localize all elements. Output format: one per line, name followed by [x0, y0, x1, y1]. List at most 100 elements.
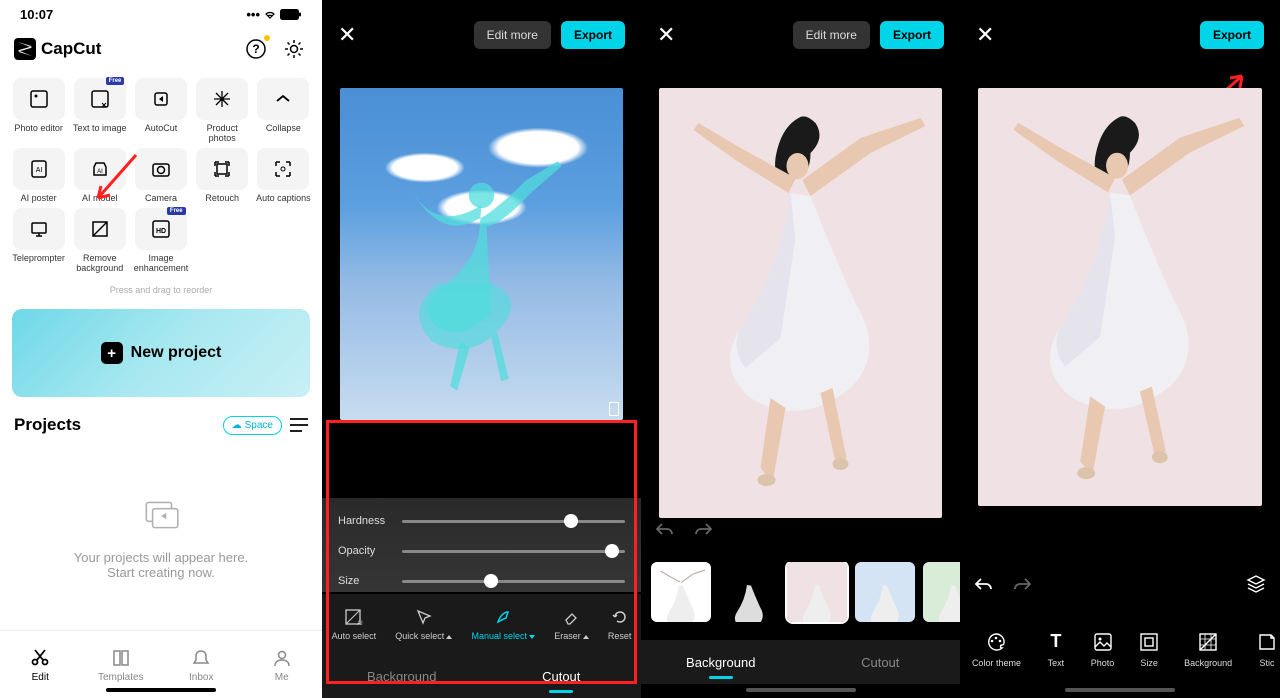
scissors-icon: [29, 647, 51, 669]
bell-icon: [190, 647, 212, 669]
redo-icon[interactable]: [693, 522, 713, 536]
nav-me[interactable]: Me: [242, 631, 323, 698]
compare-icon[interactable]: [609, 402, 619, 416]
home-indicator: [746, 688, 856, 692]
tool-retouch[interactable]: Retouch: [194, 148, 251, 204]
nav-edit[interactable]: Edit: [0, 631, 81, 698]
tool-grid: Photo editor FreeText to image AutoCut P…: [0, 70, 322, 281]
tab-cutout[interactable]: Cutout: [482, 654, 642, 698]
slider-size[interactable]: Size: [338, 566, 625, 596]
canvas-image[interactable]: [978, 88, 1262, 506]
editor-top: ✕ Edit more Export: [641, 0, 960, 70]
app-header: CapCut ?: [0, 28, 322, 70]
settings-icon[interactable]: [280, 35, 308, 63]
cutout-tool-row: AIAuto select Quick select Manual select…: [322, 594, 641, 654]
tab-background[interactable]: Background: [641, 640, 801, 684]
bg-thumb-blue[interactable]: [855, 562, 915, 622]
svg-text:AI: AI: [35, 167, 42, 174]
undo-icon[interactable]: [974, 577, 994, 591]
reorder-hint: Press and drag to reorder: [0, 281, 322, 299]
bottom-tool-row: Color theme TText Photo Size Background …: [960, 618, 1280, 680]
export-button[interactable]: Export: [880, 21, 944, 49]
tool-text-to-image[interactable]: FreeText to image: [71, 78, 128, 144]
tab-cutout[interactable]: Cutout: [801, 640, 961, 684]
home-indicator: [1065, 688, 1175, 692]
export-panel: ✕ Export Color theme TText: [960, 0, 1280, 698]
tool-text[interactable]: TText: [1045, 631, 1067, 668]
tool-ai-poster[interactable]: AIAI poster: [10, 148, 67, 204]
bg-thumb-pink[interactable]: [787, 562, 847, 622]
tool-autocut[interactable]: AutoCut: [132, 78, 189, 144]
projects-title: Projects: [14, 415, 81, 435]
svg-text:HD: HD: [156, 228, 166, 235]
status-bar: 10:07 •••: [0, 0, 322, 28]
wifi-icon: [263, 9, 277, 19]
tab-background[interactable]: Background: [322, 654, 482, 698]
bottom-tabs: Background Cutout: [641, 640, 960, 684]
menu-icon[interactable]: [290, 418, 308, 432]
tool-sticker[interactable]: Stic: [1256, 631, 1278, 668]
new-project-button[interactable]: + New project: [12, 309, 310, 397]
tool-reset[interactable]: Reset: [608, 607, 632, 641]
empty-icon: [140, 494, 182, 536]
tool-size[interactable]: Size: [1138, 631, 1160, 668]
templates-icon: [110, 647, 132, 669]
dancer-figure: [978, 88, 1262, 506]
tool-background[interactable]: Background: [1184, 631, 1232, 668]
svg-text:AI: AI: [97, 169, 103, 175]
edit-more-button[interactable]: Edit more: [474, 21, 551, 49]
cutout-panel: ✕ Edit more Export Hardness Opacity Si: [322, 0, 641, 698]
tool-auto-captions[interactable]: Auto captions: [255, 148, 312, 204]
tool-auto-select[interactable]: AIAuto select: [332, 607, 377, 641]
cloud-icon: ☁: [232, 420, 242, 431]
projects-header: Projects ☁ Space: [0, 407, 322, 443]
tool-color-theme[interactable]: Color theme: [972, 631, 1021, 668]
edit-more-button[interactable]: Edit more: [793, 21, 870, 49]
bg-thumb-black[interactable]: [719, 562, 779, 622]
tool-photo[interactable]: Photo: [1091, 631, 1115, 668]
editor-top: ✕ Edit more Export: [322, 0, 641, 70]
tool-product-photos[interactable]: Product photos: [194, 78, 251, 144]
slider-opacity[interactable]: Opacity: [338, 536, 625, 566]
tool-photo-editor[interactable]: Photo editor: [10, 78, 67, 144]
empty-line-2: Start creating now.: [74, 565, 248, 580]
space-button[interactable]: ☁ Space: [223, 416, 282, 435]
redo-icon[interactable]: [1012, 577, 1032, 591]
export-button[interactable]: Export: [561, 21, 625, 49]
logo-icon: [14, 38, 36, 60]
tool-eraser[interactable]: Eraser: [554, 607, 589, 641]
export-button[interactable]: Export: [1200, 21, 1264, 49]
empty-line-1: Your projects will appear here.: [74, 550, 248, 565]
tool-remove-background[interactable]: Remove background: [71, 208, 128, 274]
free-badge: Free: [106, 77, 125, 85]
tool-quick-select[interactable]: Quick select: [395, 607, 452, 641]
home-indicator: [106, 688, 216, 692]
notification-dot: [264, 35, 270, 41]
tool-collapse[interactable]: Collapse: [255, 78, 312, 144]
user-icon: [271, 647, 293, 669]
bottom-tabs: Background Cutout: [322, 654, 641, 698]
undo-redo-row: [960, 566, 1280, 602]
help-icon[interactable]: ?: [242, 35, 270, 63]
plus-icon: +: [101, 342, 123, 364]
slider-hardness[interactable]: Hardness: [338, 506, 625, 536]
close-icon[interactable]: ✕: [976, 22, 994, 48]
tool-manual-select[interactable]: Manual select: [471, 607, 535, 641]
svg-text:AI: AI: [357, 621, 363, 626]
bg-thumb-white[interactable]: [651, 562, 711, 622]
close-icon[interactable]: ✕: [338, 22, 356, 48]
new-project-label: New project: [131, 344, 222, 362]
undo-row: [641, 515, 960, 543]
canvas-image[interactable]: [659, 88, 942, 518]
dancer-cutout: [340, 88, 623, 420]
tool-image-enhancement[interactable]: FreeHDImage enhancement: [132, 208, 189, 274]
tool-ai-model[interactable]: AIAI model: [71, 148, 128, 204]
canvas-image[interactable]: [340, 88, 623, 420]
bg-thumb-green[interactable]: [923, 562, 960, 622]
dancer-figure: [659, 88, 942, 518]
undo-icon[interactable]: [655, 522, 675, 536]
close-icon[interactable]: ✕: [657, 22, 675, 48]
tool-camera[interactable]: Camera: [132, 148, 189, 204]
tool-teleprompter[interactable]: Teleprompter: [10, 208, 67, 274]
layers-icon[interactable]: [1246, 575, 1266, 593]
